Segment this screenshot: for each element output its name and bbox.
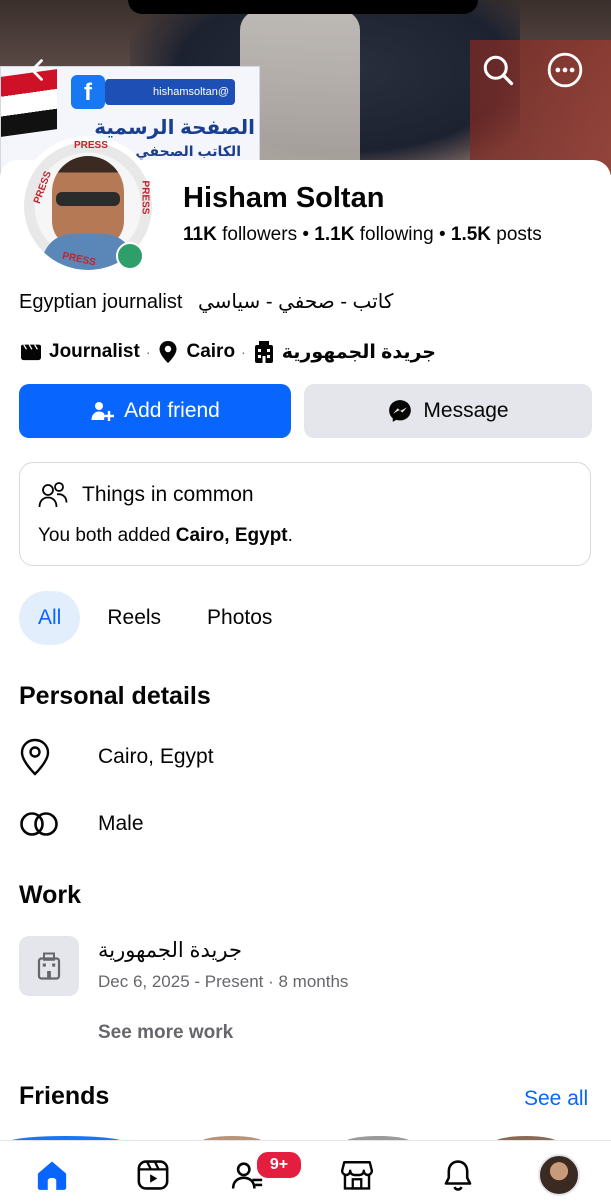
work-heading: Work bbox=[19, 881, 82, 909]
things-in-common-desc: You both added Cairo, Egypt. bbox=[38, 525, 293, 547]
things-in-common-title: Things in common bbox=[82, 483, 254, 506]
common-desc-suffix: . bbox=[287, 525, 293, 546]
message-label: Message bbox=[423, 399, 509, 422]
search-button[interactable] bbox=[476, 48, 520, 92]
people-icon bbox=[38, 482, 68, 508]
posts-count: 1.5K bbox=[450, 224, 492, 245]
personal-location-value: Cairo, Egypt bbox=[98, 745, 214, 768]
personal-gender-row: Male bbox=[19, 804, 144, 844]
avatar-press-label: PRESS bbox=[74, 140, 108, 151]
bottom-nav-bar bbox=[0, 1140, 611, 1201]
fact-separator: · bbox=[145, 344, 151, 360]
nav-profile-menu[interactable] bbox=[537, 1153, 581, 1197]
fact-city: Cairo bbox=[186, 341, 236, 362]
common-desc-place: Cairo, Egypt bbox=[175, 525, 288, 546]
profile-facts: Journalist · Cairo · جريدة الجمهورية bbox=[19, 338, 436, 366]
following-label[interactable]: following bbox=[360, 224, 434, 245]
video-icon bbox=[137, 1160, 169, 1190]
marketplace-icon bbox=[340, 1161, 374, 1190]
more-options-button[interactable] bbox=[543, 48, 587, 92]
briefcase-icon bbox=[19, 340, 43, 364]
message-button[interactable]: Message bbox=[304, 384, 592, 438]
profile-name: Hisham Soltan bbox=[183, 182, 385, 214]
things-in-common-header: Things in common bbox=[38, 481, 254, 509]
friend-requests-badge: 9+ bbox=[255, 1150, 303, 1180]
bell-icon bbox=[444, 1160, 472, 1191]
location-outline-icon bbox=[19, 737, 79, 777]
work-employer[interactable]: جريدة الجمهورية bbox=[98, 938, 242, 963]
bio-english: Egyptian journalist bbox=[19, 291, 183, 313]
common-desc-prefix: You both added bbox=[38, 525, 176, 546]
tab-all[interactable]: All bbox=[19, 591, 81, 645]
poster-handle: hishamsoltan@ bbox=[105, 79, 235, 105]
tab-reels[interactable]: Reels bbox=[88, 591, 180, 645]
things-in-common-card[interactable]: Things in common You both added Cairo, E… bbox=[19, 462, 591, 566]
profile-card bbox=[0, 160, 611, 1200]
work-dates: Dec 6, 2025 - Present · 8 months bbox=[98, 972, 349, 991]
add-friend-button[interactable]: Add friend bbox=[19, 384, 291, 438]
work-building-icon bbox=[19, 936, 79, 996]
profile-bio: Egyptian journalist كاتب - صحفي - سياسي bbox=[19, 289, 393, 314]
followers-label[interactable]: followers bbox=[222, 224, 297, 245]
stats-separator: • bbox=[438, 224, 451, 245]
nav-video[interactable] bbox=[131, 1153, 175, 1197]
fact-employer: جريدة الجمهورية bbox=[281, 341, 436, 363]
poster-title: الصفحة الرسمية bbox=[94, 117, 255, 139]
nav-marketplace[interactable] bbox=[335, 1153, 379, 1197]
profile-tabs: All Reels Photos bbox=[19, 591, 299, 645]
stats-separator: • bbox=[302, 224, 315, 245]
fact-job: Journalist bbox=[49, 341, 140, 362]
personal-location-row: Cairo, Egypt bbox=[19, 737, 214, 777]
device-notch bbox=[128, 0, 478, 14]
facebook-logo-icon: f bbox=[71, 75, 105, 109]
tab-photos[interactable]: Photos bbox=[188, 591, 291, 645]
friends-heading: Friends bbox=[19, 1082, 110, 1110]
nav-notifications[interactable] bbox=[436, 1153, 480, 1197]
location-pin-icon bbox=[156, 340, 180, 364]
more-horizontal-icon bbox=[547, 52, 583, 88]
personal-details-heading: Personal details bbox=[19, 682, 211, 710]
profile-stats: 11K followers • 1.1K following • 1.5K po… bbox=[183, 224, 542, 246]
avatar-press-label: PRESS bbox=[139, 180, 151, 215]
see-all-friends-link[interactable]: See all bbox=[524, 1087, 588, 1111]
add-friend-icon bbox=[91, 402, 115, 421]
followers-count[interactable]: 11K bbox=[183, 224, 217, 245]
fact-separator: · bbox=[241, 344, 246, 360]
add-friend-label: Add friend bbox=[124, 399, 220, 422]
profile-avatar[interactable]: PRESS PRESS PRESS PRESS bbox=[18, 136, 158, 276]
building-icon bbox=[252, 340, 276, 364]
globe-icon bbox=[116, 242, 144, 270]
following-count[interactable]: 1.1K bbox=[314, 224, 354, 245]
posts-label: posts bbox=[496, 224, 542, 245]
home-icon bbox=[37, 1161, 67, 1190]
nav-home[interactable] bbox=[30, 1153, 74, 1197]
gender-icon bbox=[19, 804, 79, 844]
bio-arabic: كاتب - صحفي - سياسي bbox=[198, 291, 394, 313]
messenger-icon bbox=[389, 400, 412, 422]
search-icon bbox=[483, 55, 514, 86]
personal-gender-value: Male bbox=[98, 812, 144, 835]
menu-avatar bbox=[538, 1154, 580, 1196]
back-button[interactable] bbox=[16, 48, 60, 92]
avatar-glasses bbox=[56, 192, 120, 206]
chevron-left-icon bbox=[30, 59, 43, 81]
see-more-work-link[interactable]: See more work bbox=[98, 1022, 233, 1044]
